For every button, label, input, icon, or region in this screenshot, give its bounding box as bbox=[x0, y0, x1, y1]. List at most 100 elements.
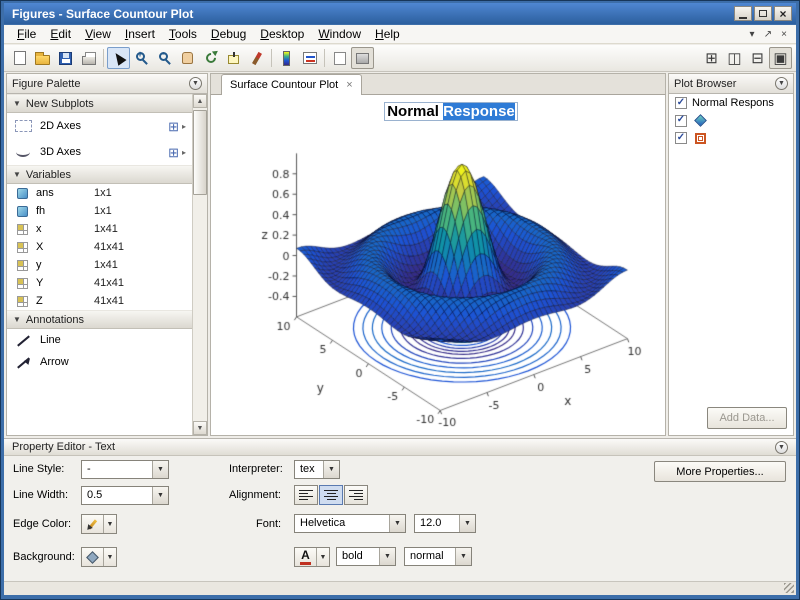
checkbox[interactable]: ✓ bbox=[675, 115, 687, 127]
variable-row-x[interactable]: x 1x41 bbox=[7, 220, 192, 238]
line-style-dropdown[interactable]: - ▼ bbox=[81, 460, 169, 479]
section-new-subplots[interactable]: ▼ New Subplots bbox=[7, 94, 192, 113]
undock-icon[interactable]: ↗ bbox=[760, 27, 776, 41]
scrollbar-track[interactable] bbox=[193, 108, 207, 421]
menu-view[interactable]: View bbox=[78, 26, 118, 42]
edit-plot-button[interactable] bbox=[107, 47, 130, 69]
maximize-button[interactable] bbox=[754, 6, 772, 21]
annotation-item-line[interactable]: Line bbox=[7, 329, 192, 351]
background-color-picker[interactable]: ▼ bbox=[81, 547, 117, 567]
variable-row-fh[interactable]: fh 1x1 bbox=[7, 202, 192, 220]
menu-file[interactable]: File bbox=[10, 26, 43, 42]
surface-contour-plot-canvas[interactable] bbox=[222, 101, 662, 436]
align-right-button[interactable] bbox=[344, 485, 368, 505]
brush-data-button[interactable] bbox=[245, 47, 268, 69]
menu-edit[interactable]: Edit bbox=[43, 26, 78, 42]
plot-browser-item-surface[interactable]: ✓ bbox=[669, 111, 793, 129]
add-data-button[interactable]: Add Data... bbox=[707, 407, 787, 429]
tab-surface-contour-plot[interactable]: Surface Countour Plot × bbox=[221, 74, 362, 95]
chevron-down-icon[interactable]: ▾ bbox=[744, 27, 760, 41]
collapse-triangle-icon: ▼ bbox=[13, 315, 21, 324]
align-left-button[interactable] bbox=[294, 485, 318, 505]
menu-window[interactable]: Window bbox=[311, 26, 368, 42]
layout-grid-button[interactable]: ⊞ bbox=[700, 47, 723, 69]
tab-close-icon[interactable]: × bbox=[346, 80, 352, 91]
pan-button[interactable] bbox=[176, 47, 199, 69]
figure-area: Surface Countour Plot × Normal Response bbox=[210, 73, 666, 436]
checkbox[interactable]: ✓ bbox=[675, 132, 687, 144]
palette-item-3d-axes[interactable]: 3D Axes ⊞ ▸ bbox=[7, 139, 192, 165]
zoom-in-button[interactable]: + bbox=[130, 47, 153, 69]
palette-item-2d-axes[interactable]: 2D Axes ⊞ ▸ bbox=[7, 113, 192, 139]
palette-scrollbar[interactable]: ▲ ▼ bbox=[192, 94, 207, 435]
section-annotations[interactable]: ▼ Annotations bbox=[7, 310, 192, 329]
save-figure-button[interactable] bbox=[54, 47, 77, 69]
print-figure-button[interactable] bbox=[77, 47, 100, 69]
line-width-dropdown[interactable]: 0.5 ▼ bbox=[81, 486, 169, 505]
more-properties-button[interactable]: More Properties... bbox=[654, 461, 786, 482]
zoom-out-icon: − bbox=[159, 52, 168, 61]
menu-desktop[interactable]: Desktop bbox=[253, 26, 311, 42]
variable-row-Y[interactable]: Y 41x41 bbox=[7, 274, 192, 292]
surface-plot-icon bbox=[694, 114, 707, 127]
zoom-in-icon: + bbox=[136, 52, 145, 61]
plot-title-text[interactable]: Normal bbox=[387, 103, 443, 120]
variable-row-X[interactable]: X 41x41 bbox=[7, 238, 192, 256]
minimize-button[interactable] bbox=[734, 6, 752, 21]
rotate-3d-button[interactable] bbox=[199, 47, 222, 69]
close-button[interactable]: × bbox=[774, 6, 792, 21]
plot-browser-item-contour[interactable]: ✓ bbox=[669, 129, 793, 146]
new-figure-button[interactable] bbox=[8, 47, 31, 69]
edge-color-picker[interactable]: ▼ bbox=[81, 514, 117, 534]
menu-bar: File Edit View Insert Tools Debug Deskto… bbox=[4, 25, 796, 44]
plot-title[interactable]: Normal Response bbox=[231, 103, 671, 120]
layout-split-vertical-button[interactable]: ◫ bbox=[723, 47, 746, 69]
title-bar[interactable]: Figures - Surface Countour Plot × bbox=[4, 3, 796, 24]
layout-maximize-button[interactable]: ▣ bbox=[769, 47, 792, 69]
close-panel-icon[interactable]: × bbox=[776, 27, 792, 41]
variable-row-y[interactable]: y 1x41 bbox=[7, 256, 192, 274]
menu-insert[interactable]: Insert bbox=[118, 26, 162, 42]
show-plot-tools-button[interactable] bbox=[351, 47, 374, 69]
variable-row-ans[interactable]: ans 1x1 bbox=[7, 184, 192, 202]
variable-icon bbox=[17, 206, 28, 217]
layout-split-horizontal-button[interactable]: ⊟ bbox=[746, 47, 769, 69]
open-file-button[interactable] bbox=[31, 47, 54, 69]
panel-menu-icon[interactable]: ▼ bbox=[775, 77, 788, 90]
data-cursor-button[interactable] bbox=[222, 47, 245, 69]
section-variables[interactable]: ▼ Variables bbox=[7, 165, 192, 184]
scroll-up-icon[interactable]: ▲ bbox=[193, 94, 207, 108]
font-color-picker[interactable]: A ▼ bbox=[294, 547, 330, 567]
menu-debug[interactable]: Debug bbox=[204, 26, 253, 42]
subplot-grid-icon[interactable]: ⊞ bbox=[168, 146, 179, 159]
align-center-button[interactable] bbox=[319, 485, 343, 505]
insert-legend-button[interactable] bbox=[298, 47, 321, 69]
font-name-dropdown[interactable]: Helvetica ▼ bbox=[294, 514, 406, 533]
dropdown-caret-icon: ▼ bbox=[152, 461, 168, 478]
font-angle-dropdown[interactable]: normal ▼ bbox=[404, 547, 472, 566]
panel-menu-icon[interactable]: ▼ bbox=[189, 77, 202, 90]
panel-menu-icon[interactable]: ▼ bbox=[775, 441, 788, 454]
window-title: Figures - Surface Countour Plot bbox=[12, 7, 732, 21]
annotation-label: Line bbox=[40, 334, 61, 346]
interpreter-dropdown[interactable]: tex ▼ bbox=[294, 460, 340, 479]
menu-help[interactable]: Help bbox=[368, 26, 407, 42]
annotation-item-arrow[interactable]: Arrow bbox=[7, 351, 192, 373]
hide-plot-tools-button[interactable] bbox=[328, 47, 351, 69]
font-color-icon: A bbox=[295, 548, 316, 566]
zoom-out-button[interactable]: − bbox=[153, 47, 176, 69]
insert-colorbar-button[interactable] bbox=[275, 47, 298, 69]
scrollbar-thumb[interactable] bbox=[193, 110, 207, 195]
menu-tools[interactable]: Tools bbox=[162, 26, 204, 42]
subplot-grid-icon[interactable]: ⊞ bbox=[168, 120, 179, 133]
plot-browser-item-axes[interactable]: ✓ Normal Respons bbox=[669, 94, 793, 111]
font-size-dropdown[interactable]: 12.0 ▼ bbox=[414, 514, 476, 533]
scroll-down-icon[interactable]: ▼ bbox=[193, 421, 207, 435]
plot-title-selected-text[interactable]: Response bbox=[443, 103, 515, 120]
resize-grip[interactable] bbox=[784, 583, 794, 593]
variable-icon bbox=[17, 260, 28, 271]
checkbox[interactable]: ✓ bbox=[675, 97, 687, 109]
font-weight-dropdown[interactable]: bold ▼ bbox=[336, 547, 396, 566]
status-bar bbox=[4, 581, 796, 595]
variable-row-Z[interactable]: Z 41x41 bbox=[7, 292, 192, 310]
